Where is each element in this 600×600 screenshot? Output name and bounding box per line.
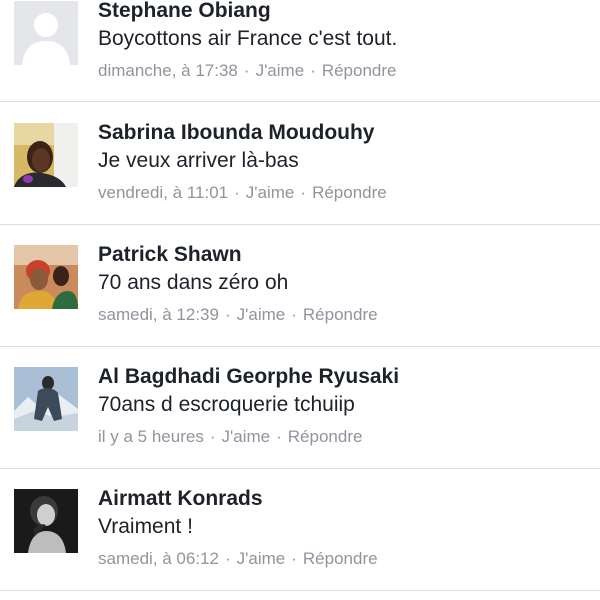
separator-dot: · [291,305,297,324]
bw-portrait-photo-icon [14,489,78,553]
couple-photo-icon [14,245,78,309]
comment-list: Stephane Obiang Boycottons air France c'… [0,0,600,600]
comment-item: Patrick Shawn 70 ans dans zéro oh samedi… [0,225,600,347]
separator-dot: · [310,61,316,80]
comment-item: Stephane Obiang Boycottons air France c'… [0,0,600,102]
avatar[interactable] [14,123,78,187]
separator-dot: · [209,427,216,446]
reply-link[interactable]: Répondre [303,549,378,569]
comment-item: Al Bagdhadi Georphe Ryusaki 70ans d escr… [0,347,600,469]
default-avatar-icon [14,1,78,65]
separator-dot: · [224,305,231,324]
avatar[interactable] [14,367,78,431]
separator-dot: · [224,549,231,568]
like-link[interactable]: J'aime [246,183,295,203]
avatar[interactable] [14,1,78,65]
comment-timestamp: samedi, à 12:39 [98,305,219,324]
comment-text: Boycottons air France c'est tout. [98,27,398,50]
separator-dot: · [300,183,307,202]
comment-meta: samedi, à 06:12 · J'aime · Répondre [98,549,378,569]
comment-text: 70 ans dans zéro oh [98,271,289,294]
comment-item: Airmatt Konrads Vraiment ! samedi, à 06:… [0,469,600,591]
avatar[interactable] [14,245,78,309]
comment-text: Je veux arriver là-bas [98,149,299,172]
reply-link[interactable]: Répondre [288,427,363,447]
comment-meta: vendredi, à 11:01 · J'aime · Répondre [98,183,387,203]
separator-dot: · [234,183,240,202]
comment-author[interactable]: Patrick Shawn [98,243,242,267]
comment-item: Sabrina Ibounda Moudouhy Je veux arriver… [0,103,600,225]
separator-dot: · [291,549,297,568]
comment-timestamp: vendredi, à 11:01 [98,183,229,202]
like-link[interactable]: J'aime [256,61,305,81]
woman-selfie-photo-icon [14,123,78,187]
comment-author[interactable]: Al Bagdhadi Georphe Ryusaki [98,365,399,389]
divider [0,101,600,102]
comment-timestamp: dimanche, à 17:38 [98,61,238,80]
reply-link[interactable]: Répondre [322,61,397,81]
separator-dot: · [276,427,282,446]
comment-text: 70ans d escroquerie tchuiip [98,393,355,416]
reply-link[interactable]: Répondre [312,183,387,203]
comment-text: Vraiment ! [98,515,193,538]
separator-dot: · [243,61,250,80]
reply-link[interactable]: Répondre [303,305,378,325]
comment-meta: il y a 5 heures · J'aime · Répondre [98,427,362,447]
comment-meta: samedi, à 12:39 · J'aime · Répondre [98,305,378,325]
like-link[interactable]: J'aime [222,427,271,447]
avatar[interactable] [14,489,78,553]
comment-timestamp: samedi, à 06:12 [98,549,219,568]
comment-author[interactable]: Airmatt Konrads [98,487,263,511]
like-link[interactable]: J'aime [237,549,286,569]
divider [0,590,600,591]
like-link[interactable]: J'aime [237,305,286,325]
comment-author[interactable]: Sabrina Ibounda Moudouhy [98,121,375,145]
comment-meta: dimanche, à 17:38 · J'aime · Répondre [98,61,397,81]
mountain-photo-icon [14,367,78,431]
comment-author[interactable]: Stephane Obiang [98,0,271,23]
comment-timestamp: il y a 5 heures [98,427,204,446]
